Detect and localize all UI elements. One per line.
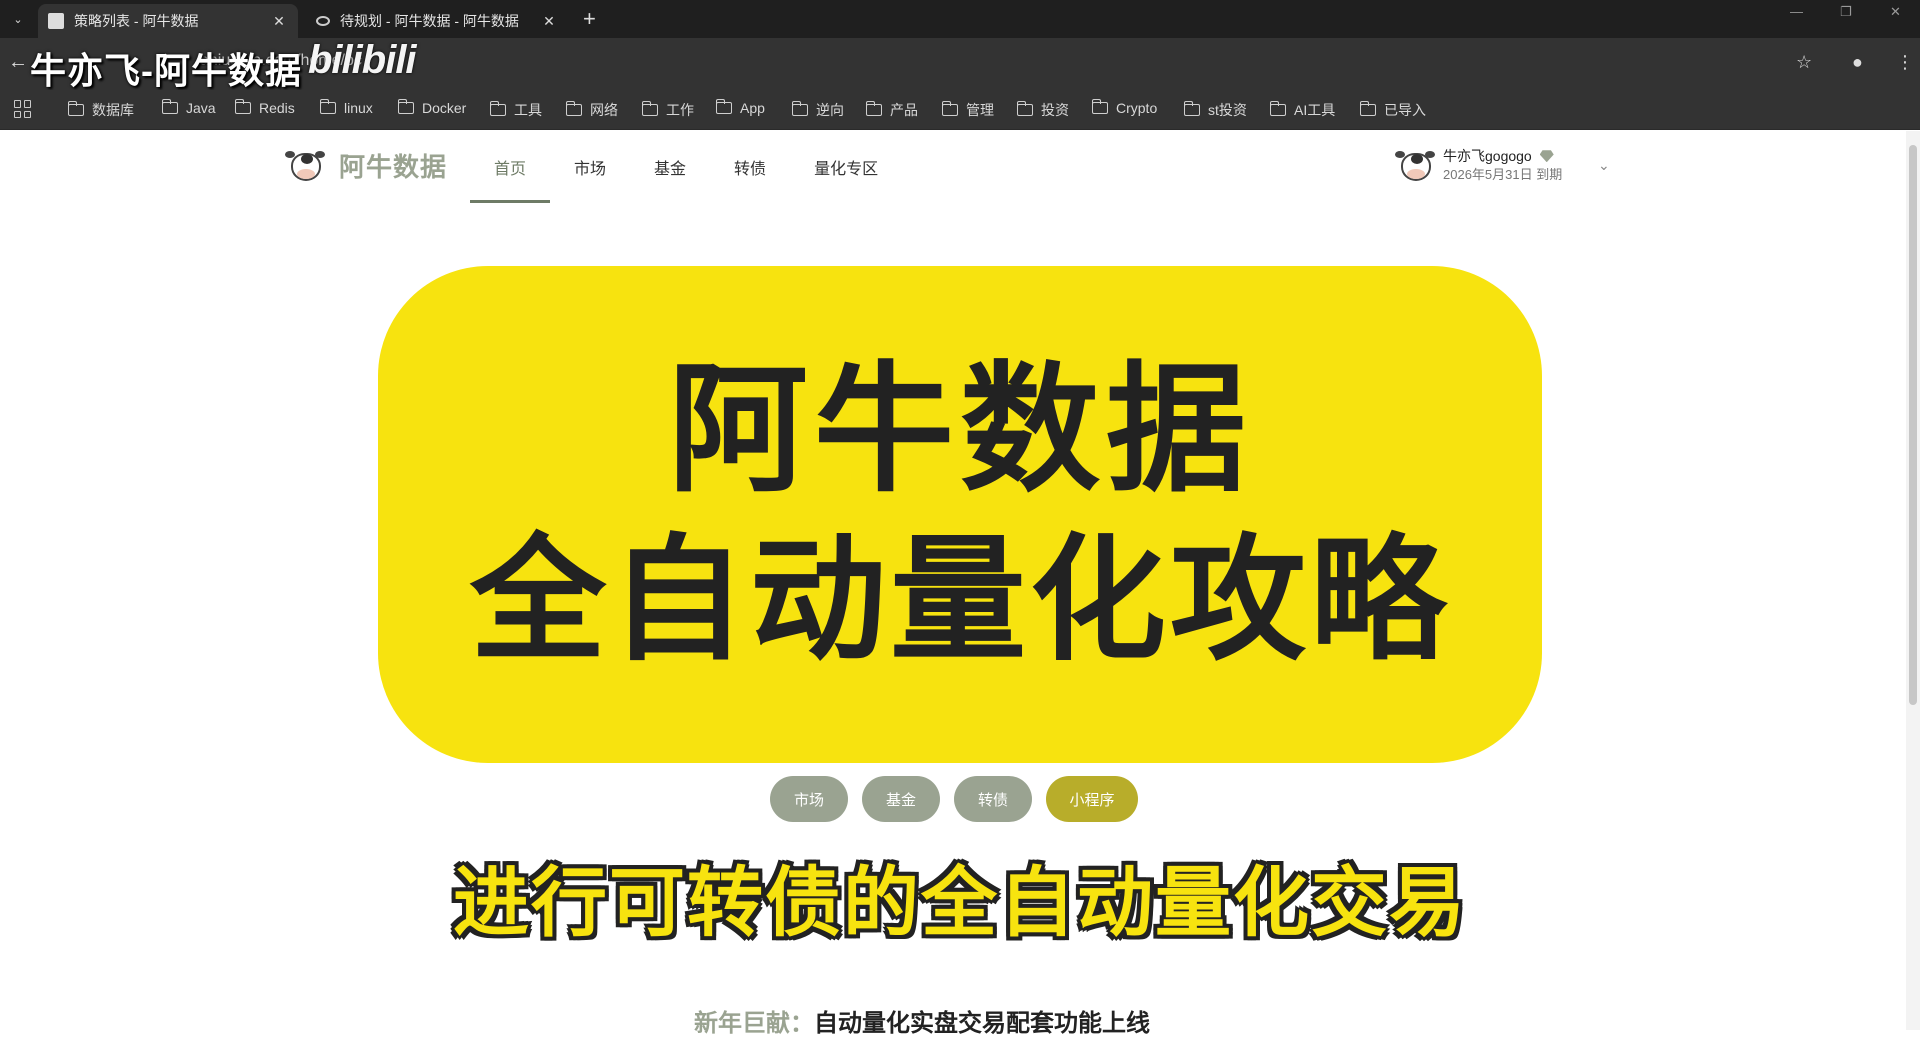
- bookmark-folder[interactable]: 工作: [641, 100, 694, 120]
- folder-icon: [397, 99, 414, 114]
- close-tab-icon[interactable]: ✕: [270, 13, 288, 30]
- bookmark-folder[interactable]: 投资: [1016, 100, 1069, 120]
- profile-icon[interactable]: ●: [1852, 52, 1863, 73]
- membership-expiry: 2026年5月31日 到期: [1443, 166, 1563, 182]
- hero-banner: 阿牛数据 全自动量化攻略: [378, 266, 1542, 763]
- tab-title: 待规划 - 阿牛数据 - 阿牛数据: [340, 13, 519, 29]
- bookmark-folder[interactable]: 管理: [941, 100, 994, 120]
- folder-icon: [489, 101, 506, 116]
- watermark-author: 牛亦飞-阿牛数据: [30, 50, 302, 91]
- tab-pending-plan[interactable]: 待规划 - 阿牛数据 - 阿牛数据 ✕: [306, 4, 568, 38]
- bookmark-folder[interactable]: Docker: [397, 99, 466, 116]
- bookmark-folder[interactable]: 数据库: [67, 100, 134, 120]
- site-brand[interactable]: 阿牛数据: [285, 145, 447, 185]
- announcement-text: 自动量化实盘交易配套功能上线: [814, 1010, 1150, 1037]
- folder-icon: [715, 99, 732, 114]
- bookmark-folder[interactable]: Crypto: [1091, 99, 1157, 116]
- folder-icon: [865, 101, 882, 116]
- folder-icon: [565, 101, 582, 116]
- bookmarks-bar: 数据库 Java Redis linux Docker 工具 网络 工作 App…: [0, 90, 1920, 130]
- bookmark-folder[interactable]: Redis: [234, 99, 295, 116]
- bookmark-folder[interactable]: st投资: [1183, 100, 1247, 120]
- menu-market[interactable]: 市场: [550, 131, 630, 203]
- folder-icon: [791, 101, 808, 116]
- close-window-icon[interactable]: ✕: [1890, 4, 1901, 20]
- page-content: 阿牛数据 首页 市场 基金 转债 量化专区 牛亦飞gogogo 2026年5月3…: [0, 131, 1920, 1037]
- user-menu[interactable]: 牛亦飞gogogo 2026年5月31日 到期: [1395, 145, 1562, 185]
- menu-quant-zone[interactable]: 量化专区: [790, 131, 902, 203]
- watermark-logo: bilibili: [308, 38, 417, 82]
- user-name: 牛亦飞gogogo: [1443, 147, 1532, 164]
- pill-fund[interactable]: 基金: [862, 776, 940, 822]
- back-arrow-icon[interactable]: ←: [8, 51, 28, 74]
- tab-title: 策略列表 - 阿牛数据: [74, 13, 199, 29]
- scrollbar-thumb[interactable]: [1909, 145, 1917, 705]
- tab-bar: ⌄ 策略列表 - 阿牛数据 ✕ 待规划 - 阿牛数据 - 阿牛数据 ✕ + — …: [0, 0, 1920, 38]
- menu-home[interactable]: 首页: [470, 131, 551, 203]
- pill-convertible-bond[interactable]: 转债: [954, 776, 1032, 822]
- brand-name: 阿牛数据: [339, 151, 448, 182]
- chevron-down-icon[interactable]: ⌄: [1598, 157, 1610, 174]
- folder-icon: [1016, 101, 1033, 116]
- tab-strategy-list[interactable]: 策略列表 - 阿牛数据 ✕: [38, 4, 298, 38]
- folder-icon: [234, 99, 251, 114]
- bookmark-folder[interactable]: AI工具: [1269, 100, 1335, 120]
- tab-search-dropdown-icon[interactable]: ⌄: [8, 9, 28, 29]
- announcement[interactable]: 新年巨献：自动量化实盘交易配套功能上线: [694, 1003, 1150, 1038]
- avatar: [1395, 145, 1435, 185]
- menu-convertible-bond[interactable]: 转债: [710, 131, 790, 203]
- pill-market[interactable]: 市场: [770, 776, 848, 822]
- folder-icon: [641, 101, 658, 116]
- folder-icon: [67, 101, 84, 116]
- apps-grid-icon[interactable]: [14, 100, 32, 118]
- site-navbar: 阿牛数据 首页 市场 基金 转债 量化专区 牛亦飞gogogo 2026年5月3…: [0, 131, 1900, 203]
- folder-icon: [1183, 101, 1200, 116]
- bookmark-folder[interactable]: 网络: [565, 100, 618, 120]
- bookmark-folder[interactable]: 产品: [865, 100, 918, 120]
- folder-icon: [319, 99, 336, 114]
- bookmark-folder[interactable]: 工具: [489, 100, 542, 120]
- quick-links: 市场 基金 转债 小程序: [770, 776, 1138, 822]
- bookmark-folder[interactable]: App: [715, 99, 765, 116]
- bookmark-folder[interactable]: Java: [161, 99, 216, 116]
- announcement-tag: 新年巨献：: [694, 1010, 814, 1037]
- pill-mini-program[interactable]: 小程序: [1046, 776, 1138, 822]
- folder-icon: [941, 101, 958, 116]
- cow-logo-icon: [285, 145, 325, 185]
- folder-icon: [1269, 101, 1286, 116]
- menu-fund[interactable]: 基金: [630, 131, 710, 203]
- bookmark-folder[interactable]: 已导入: [1359, 100, 1426, 120]
- restore-icon[interactable]: ❐: [1840, 4, 1852, 20]
- more-menu-icon[interactable]: ⋮: [1896, 52, 1914, 73]
- video-caption: 进行可转债的全自动量化交易: [453, 861, 1467, 946]
- vip-gem-icon: [1539, 150, 1554, 163]
- folder-icon: [1359, 101, 1376, 116]
- banner-subtitle: 全自动量化攻略: [470, 523, 1450, 676]
- page-scrollbar[interactable]: [1906, 131, 1920, 1030]
- eye-favicon-icon: [316, 16, 330, 26]
- folder-icon: [161, 99, 178, 114]
- banner-title: 阿牛数据: [667, 350, 1252, 508]
- cow-favicon-icon: [48, 13, 64, 29]
- bookmark-folder[interactable]: 逆向: [791, 100, 844, 120]
- bookmark-star-icon[interactable]: ☆: [1796, 52, 1812, 73]
- close-tab-icon[interactable]: ✕: [540, 13, 558, 30]
- main-menu: 首页 市场 基金 转债 量化专区: [470, 131, 902, 203]
- address-bar: ← aniudata.com/home/pc 牛亦飞-阿牛数据 bilibili…: [0, 38, 1920, 91]
- new-tab-icon[interactable]: +: [583, 6, 596, 32]
- minimize-icon[interactable]: —: [1790, 4, 1803, 19]
- bookmark-folder[interactable]: linux: [319, 99, 373, 116]
- folder-icon: [1091, 99, 1108, 114]
